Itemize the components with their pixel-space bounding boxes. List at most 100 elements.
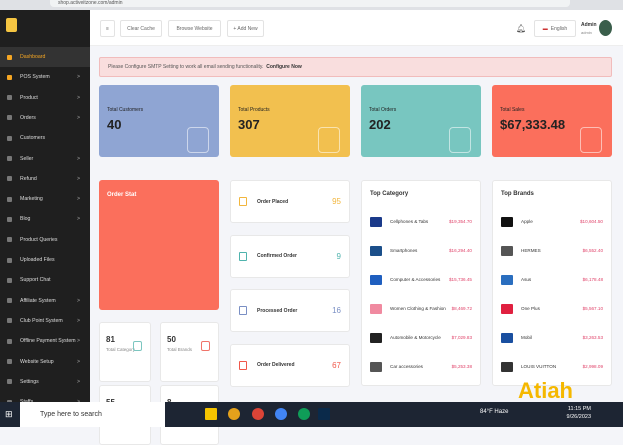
mini-stat-icon [201,341,210,351]
item-thumbnail-icon [501,216,513,227]
sidebar-item-label: Blog [20,216,31,223]
add-new-button[interactable]: + Add New [227,20,264,37]
menu-icon [7,359,12,364]
list-item[interactable]: LOUIS VUITTON $2,998.09 [501,352,603,381]
sidebar-item-pos-system[interactable]: POS System > [0,67,90,87]
sidebar-item-label: Customers [20,135,46,142]
list-item[interactable]: Women Clothing & Fashion $8,469.72 [370,294,472,323]
logo[interactable] [6,18,17,32]
item-name: Smartphones [390,248,418,253]
chevron-right-icon: > [76,196,80,203]
alert-text: Please Configure SMTP Setting to work al… [108,64,264,70]
list-item[interactable]: Automobile & Motorcycle $7,029.83 [370,323,472,352]
configure-now-link[interactable]: Configure Now [266,64,302,70]
user-name: Admin [581,22,597,28]
order-status-label: Order Delivered [257,362,295,368]
windows-start-icon[interactable]: ⊞ [5,409,13,420]
flag-icon: ▬ [542,25,548,32]
menu-toggle-button[interactable]: ≡ [100,20,115,37]
item-thumbnail-icon [370,332,382,343]
item-thumbnail-icon [501,303,513,314]
chrome-icon[interactable] [228,408,240,420]
list-item[interactable]: Cellphones & Tabs $19,354.70 [370,207,472,236]
item-name: Mobil [521,335,532,340]
sidebar-item-label: Refund [20,175,37,182]
chevron-right-icon: > [76,216,80,223]
browse-website-button[interactable]: Browse Website [168,20,221,37]
sidebar-item-refund[interactable]: Refund > [0,169,90,189]
item-amount: $7,029.83 [451,335,472,340]
sidebar-item-marketing[interactable]: Marketing > [0,189,90,209]
sidebar-item-label: Offline Payment System [20,338,76,345]
chrome-profile-icon[interactable] [298,408,310,420]
photoshop-icon[interactable] [318,408,330,420]
item-amount: $3,263.53 [582,335,603,340]
weather[interactable]: 84°F Haze [480,409,508,415]
stat-watermark-icon [318,127,340,153]
list-item[interactable]: Car accessories $5,253.38 [370,352,472,381]
menu-icon [7,277,12,283]
sidebar-item-affiliate-system[interactable]: Affiliate System > [0,291,90,311]
sidebar-item-uploaded-files[interactable]: Uploaded Files [0,250,90,270]
order-status-label: Confirmed Order [257,253,298,259]
item-name: HERMES [521,248,541,253]
item-amount: $5,567.10 [582,306,603,311]
menu-icon [7,54,12,60]
sidebar-item-product-queries[interactable]: Product Queries [0,230,90,250]
item-amount: $5,253.38 [451,364,472,369]
order-status-card: Processed Order 16 [230,289,350,332]
sidebar-item-offline-payment-system[interactable]: Offline Payment System > [0,331,90,351]
sidebar-item-staffs[interactable]: Staffs> [0,392,90,402]
stat-card: Total Customers 40 [99,85,219,157]
order-status-count: 67 [332,360,341,370]
sidebar-item-club-point-system[interactable]: Club Point System > [0,311,90,331]
sidebar-item-orders[interactable]: Orders > [0,108,90,128]
top-category-card: Top Category Cellphones & Tabs $19,354.70 S… [361,180,481,386]
sidebar-item-product[interactable]: Product > [0,88,90,108]
smtp-alert: Please Configure SMTP Setting to work al… [99,57,612,77]
sidebar-item-dashboard[interactable]: Dashboard [0,47,90,67]
list-item[interactable]: Asus $6,178.48 [501,265,603,294]
top-brands-card: Top Brands Apple $10,604.50 HERMES $6,552.40… [492,180,612,386]
list-item[interactable]: Computer & Accessories $15,736.45 [370,265,472,294]
avatar[interactable] [599,20,612,36]
address-bar[interactable]: shop.activeitzone.com/admin [50,0,570,7]
item-thumbnail-icon [370,274,382,285]
sidebar-item-blog[interactable]: Blog > [0,209,90,229]
sidebar-item-website-setup[interactable]: Website Setup > [0,352,90,372]
taskbar-search[interactable]: Type here to search [20,402,165,427]
watermark: Atiah [518,378,573,403]
chevron-right-icon: > [76,378,80,385]
list-item[interactable]: HERMES $6,552.40 [501,236,603,265]
sidebar-item-customers[interactable]: Customers [0,128,90,148]
clock[interactable]: 11:15 PM 9/26/2023 [567,405,591,421]
chevron-right-icon: > [76,338,80,345]
chevron-right-icon: > [76,297,80,304]
chevron-right-icon: > [76,317,80,324]
bell-icon[interactable]: 🔔︎ [516,24,526,33]
order-status-label: Processed Order [257,307,298,314]
sidebar-item-support-chat[interactable]: Support Chat [0,270,90,290]
sidebar: Dashboard POS System > Product > Orders > Custo… [0,10,90,402]
sidebar-item-label: Affiliate System [20,297,56,304]
order-status-icon [239,197,247,206]
sidebar-item-label: Product Queries [20,236,58,243]
list-item[interactable]: Apple $10,604.50 [501,207,603,236]
menu-icon [7,196,12,202]
clear-cache-button[interactable]: Clear Cache [120,20,162,37]
order-status-icon [239,306,247,315]
list-item[interactable]: Mobil $3,263.53 [501,323,603,352]
sticky-notes-icon[interactable] [205,408,217,420]
chrome-profile-icon[interactable] [275,408,287,420]
list-item[interactable]: Smartphones $16,294.40 [370,236,472,265]
menu-icon [7,135,12,141]
item-name: One Plus [521,306,540,311]
sidebar-item-label: Club Point System [20,317,63,324]
item-name: Asus [521,277,532,282]
stat-label: Total Orders [369,107,397,113]
list-item[interactable]: One Plus $5,567.10 [501,294,603,323]
sidebar-item-settings[interactable]: Settings > [0,372,90,392]
language-select[interactable]: ▬ English [534,20,576,37]
chrome-profile-icon[interactable] [252,408,264,420]
sidebar-item-seller[interactable]: Seller > [0,149,90,169]
